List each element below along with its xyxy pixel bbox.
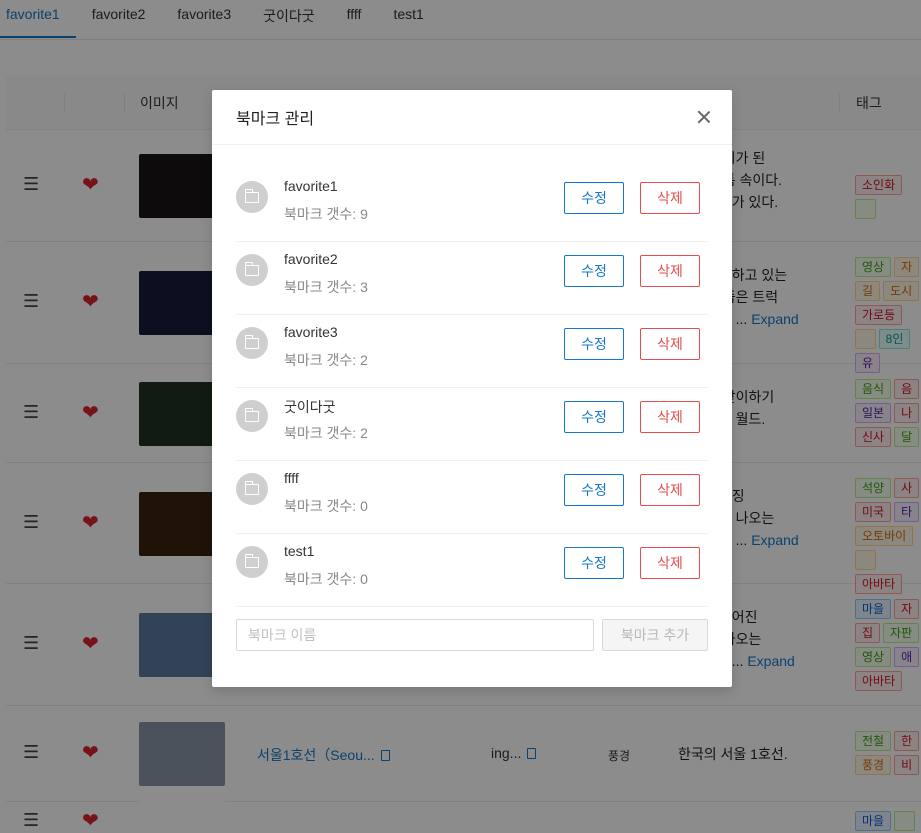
folder-avatar xyxy=(236,400,268,432)
bookmark-name: test1 xyxy=(284,543,315,559)
folder-icon xyxy=(244,188,259,203)
bookmark-list-item: favorite3 북마크 갯수: 2 수정 삭제 xyxy=(236,315,708,388)
bookmark-list-item: favorite2 북마크 갯수: 3 수정 삭제 xyxy=(236,242,708,315)
delete-bookmark-button[interactable]: 삭제 xyxy=(640,255,700,287)
delete-bookmark-button[interactable]: 삭제 xyxy=(640,328,700,360)
edit-bookmark-button[interactable]: 수정 xyxy=(564,182,624,214)
folder-avatar xyxy=(236,327,268,359)
delete-bookmark-button[interactable]: 삭제 xyxy=(640,547,700,579)
bookmark-list-item: ffff 북마크 갯수: 0 수정 삭제 xyxy=(236,461,708,534)
delete-bookmark-button[interactable]: 삭제 xyxy=(640,401,700,433)
bookmark-name: favorite2 xyxy=(284,251,338,267)
bookmark-list: favorite1 북마크 갯수: 9 수정 삭제 favorite2 북마크 … xyxy=(236,169,708,607)
close-icon[interactable] xyxy=(694,107,714,127)
folder-icon xyxy=(244,553,259,568)
bookmark-count: 북마크 갯수: 0 xyxy=(284,498,368,514)
folder-icon xyxy=(244,261,259,276)
bookmark-count: 북마크 갯수: 2 xyxy=(284,352,368,368)
bookmark-name: favorite3 xyxy=(284,324,338,340)
modal-header: 북마크 관리 xyxy=(212,90,732,145)
folder-avatar xyxy=(236,181,268,213)
edit-bookmark-button[interactable]: 수정 xyxy=(564,474,624,506)
folder-avatar xyxy=(236,254,268,286)
bookmark-name-input[interactable] xyxy=(236,619,594,651)
folder-avatar xyxy=(236,546,268,578)
bookmark-name: 굿이다굿 xyxy=(284,399,336,415)
bookmark-count: 북마크 갯수: 0 xyxy=(284,571,368,587)
bookmark-count: 북마크 갯수: 3 xyxy=(284,279,368,295)
bookmark-list-item: favorite1 북마크 갯수: 9 수정 삭제 xyxy=(236,169,708,242)
modal-title: 북마크 관리 xyxy=(236,111,315,128)
folder-icon xyxy=(244,480,259,495)
edit-bookmark-button[interactable]: 수정 xyxy=(564,401,624,433)
bookmark-list-item: test1 북마크 갯수: 0 수정 삭제 xyxy=(236,534,708,607)
folder-icon xyxy=(244,334,259,349)
bookmark-name: favorite1 xyxy=(284,178,338,194)
edit-bookmark-button[interactable]: 수정 xyxy=(564,255,624,287)
folder-avatar xyxy=(236,473,268,505)
edit-bookmark-button[interactable]: 수정 xyxy=(564,547,624,579)
bookmark-list-item: 굿이다굿 북마크 갯수: 2 수정 삭제 xyxy=(236,388,708,461)
bookmark-name: ffff xyxy=(284,470,299,486)
bookmark-manage-modal: 북마크 관리 favorite1 북마크 갯수: 9 수정 삭제 favorit… xyxy=(212,90,732,687)
add-bookmark-button[interactable]: 북마크 추가 xyxy=(602,619,708,651)
bookmark-count: 북마크 갯수: 2 xyxy=(284,425,368,441)
folder-icon xyxy=(244,407,259,422)
delete-bookmark-button[interactable]: 삭제 xyxy=(640,182,700,214)
edit-bookmark-button[interactable]: 수정 xyxy=(564,328,624,360)
bookmark-count: 북마크 갯수: 9 xyxy=(284,206,368,222)
delete-bookmark-button[interactable]: 삭제 xyxy=(640,474,700,506)
add-bookmark-row: 북마크 추가 xyxy=(236,619,708,651)
